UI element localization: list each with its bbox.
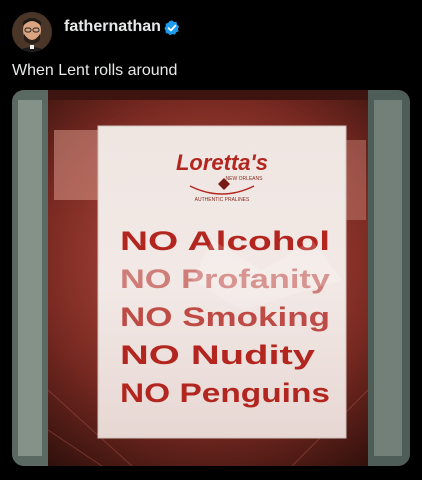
sign-brand-sub: NEW ORLEANS <box>226 176 264 182</box>
sign-line-penguins: NO Penguins <box>120 378 330 408</box>
sign-brand-tagline: AUTHENTIC PRALINES <box>195 197 250 203</box>
post-image[interactable]: Loretta's NEW ORLEANS AUTHENTIC PRALINES… <box>12 90 410 466</box>
tweet-post: fathernathan When Lent rolls around Lore… <box>0 0 422 480</box>
avatar[interactable] <box>12 12 52 52</box>
sign-brand: Loretta's <box>176 150 268 175</box>
username[interactable]: fathernathan <box>64 18 161 36</box>
avatar-image <box>12 12 52 52</box>
post-text: When Lent rolls around <box>12 62 178 79</box>
sign-line-nudity: NO Nudity <box>120 340 315 370</box>
sign-line-smoking: NO Smoking <box>120 302 330 332</box>
verified-badge-icon <box>164 20 179 36</box>
